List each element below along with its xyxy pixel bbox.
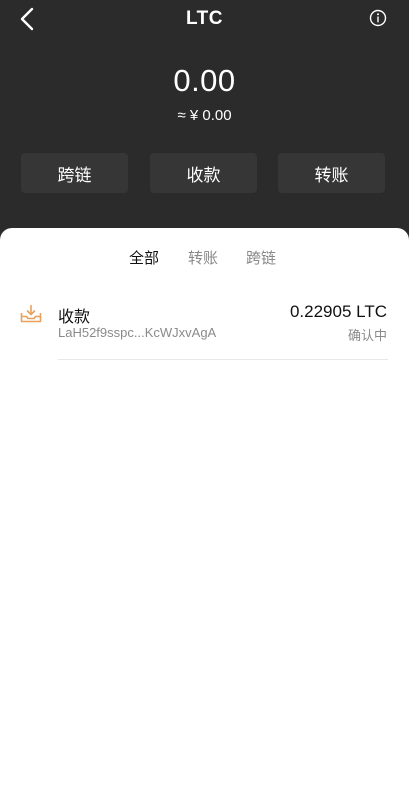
transaction-amount: 0.22905 LTC — [289, 302, 387, 321]
receive-button[interactable]: 收款 — [150, 153, 257, 193]
info-circle-icon — [369, 9, 387, 27]
tab-cross-chain[interactable]: 跨链 — [246, 247, 276, 268]
balance-amount: 0.00 — [173, 63, 236, 98]
page-title: LTC — [185, 8, 224, 29]
transaction-address: LaH52f9sspc...KcWJxvAgA — [58, 325, 217, 340]
transaction-status: 确认中 — [347, 328, 387, 343]
header-panel: LTC 0.00 ≈ ¥ 0.00 跨链 收款 转账 — [0, 0, 409, 250]
fiat-balance: ≈ ¥ 0.00 — [177, 107, 232, 124]
transfer-button[interactable]: 转账 — [278, 153, 385, 193]
tab-all[interactable]: 全部 — [129, 247, 159, 268]
transaction-row[interactable]: 收款 LaH52f9sspc...KcWJxvAgA 0.22905 LTC 确… — [0, 294, 409, 360]
info-button[interactable] — [369, 9, 387, 27]
tab-transfer[interactable]: 转账 — [188, 247, 218, 268]
transactions-sheet: 全部 转账 跨链 收款 LaH52f9sspc...KcWJxvAgA 0.22… — [0, 228, 409, 811]
cross-chain-button[interactable]: 跨链 — [21, 153, 128, 193]
filter-tabs: 全部 转账 跨链 — [0, 247, 409, 269]
row-divider — [58, 359, 388, 360]
transaction-type: 收款 — [58, 309, 91, 326]
action-bar: 跨链 收款 转账 — [0, 153, 409, 193]
receive-tray-icon — [20, 304, 42, 323]
